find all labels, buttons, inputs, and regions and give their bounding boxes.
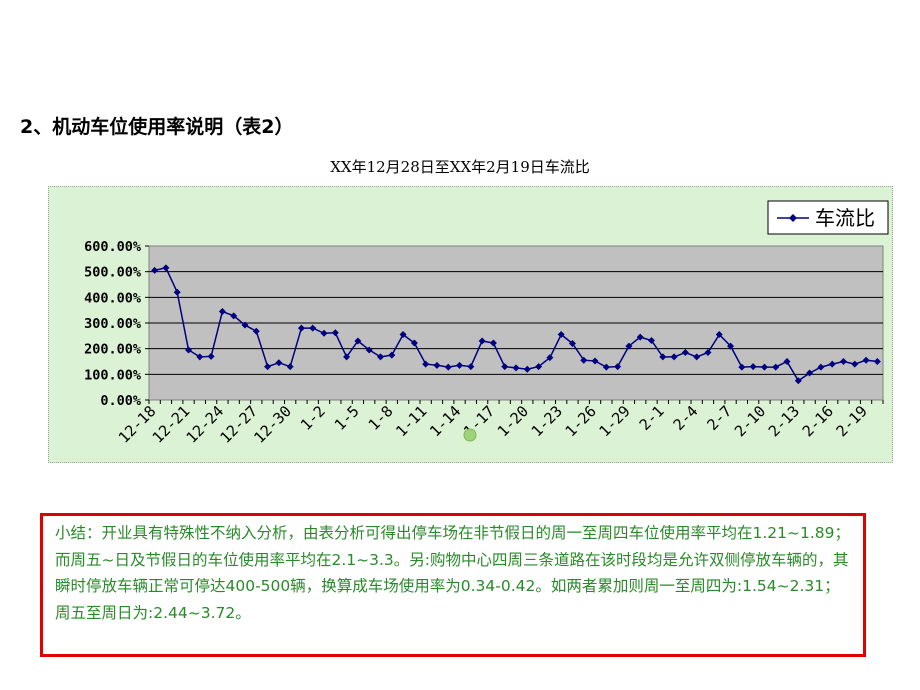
x-axis-tick-label: 2-16 <box>799 402 837 440</box>
summary-box: 小结：开业具有特殊性不纳入分析，由表分析可得出停车场在非节假日的周一至周四车位使… <box>40 513 866 657</box>
x-axis-tick-label: 2-1 <box>636 402 668 434</box>
y-axis-tick-label: 400.00% <box>84 290 142 306</box>
y-axis-tick-label: 0.00% <box>100 393 142 409</box>
chart-area: 0.00% 100.00% 200.00% 300.00% 400.00% 500.00%… <box>48 186 893 463</box>
x-axis-tick-label: 12-27 <box>216 402 261 447</box>
section-heading: 2、机动车位使用率说明（表2） <box>20 116 294 138</box>
x-axis-tick-label: 1-8 <box>365 402 397 434</box>
legend: 车流比 <box>767 200 889 235</box>
x-axis-tick-label: 12-21 <box>149 402 194 447</box>
y-axis-tick-label: 300.00% <box>84 316 142 332</box>
chart-title: XX年12月28日至XX年2月19日车流比 <box>330 158 590 176</box>
x-axis-tick-label: 2-7 <box>703 402 735 434</box>
legend-label: 车流比 <box>815 206 875 230</box>
x-axis-tick-label: 12-24 <box>183 402 228 447</box>
line-chart: 0.00% 100.00% 200.00% 300.00% 400.00% 500.00%… <box>84 200 889 447</box>
x-axis-tick-label: 2-19 <box>833 402 871 440</box>
y-axis-tick-label: 100.00% <box>84 367 142 383</box>
x-axis-tick-label: 12-30 <box>250 402 295 447</box>
y-axis-tick-label: 200.00% <box>84 342 142 358</box>
x-axis-tick-label: 1-29 <box>595 402 633 440</box>
y-axis-tick-label: 600.00% <box>84 239 142 255</box>
y-axis-tick-labels: 0.00% 100.00% 200.00% 300.00% 400.00% 500.00%… <box>84 239 142 409</box>
x-axis-ticks <box>148 400 884 404</box>
x-axis-tick-label: 1-11 <box>392 402 430 440</box>
pointer-dot-icon <box>463 428 477 442</box>
x-axis-tick-label: 1-20 <box>494 402 532 440</box>
x-axis-tick-label: 1-14 <box>426 402 464 440</box>
x-axis-tick-label: 2-13 <box>765 402 803 440</box>
y-axis-tick-label: 500.00% <box>84 265 142 281</box>
summary-text: 小结：开业具有特殊性不纳入分析，由表分析可得出停车场在非节假日的周一至周四车位使… <box>55 524 851 622</box>
x-axis-tick-label: 2-10 <box>731 402 769 440</box>
x-axis-tick-label: 1-23 <box>528 402 566 440</box>
x-axis-tick-label: 1-26 <box>562 402 600 440</box>
x-axis-tick-labels: 12-1812-2112-2412-2712-30 1-2 1-5 1-81-111-… <box>115 402 871 447</box>
x-axis-tick-label: 2-4 <box>670 402 702 434</box>
x-axis-tick-label: 1-2 <box>297 402 329 434</box>
x-axis-tick-label: 1-5 <box>331 402 363 434</box>
